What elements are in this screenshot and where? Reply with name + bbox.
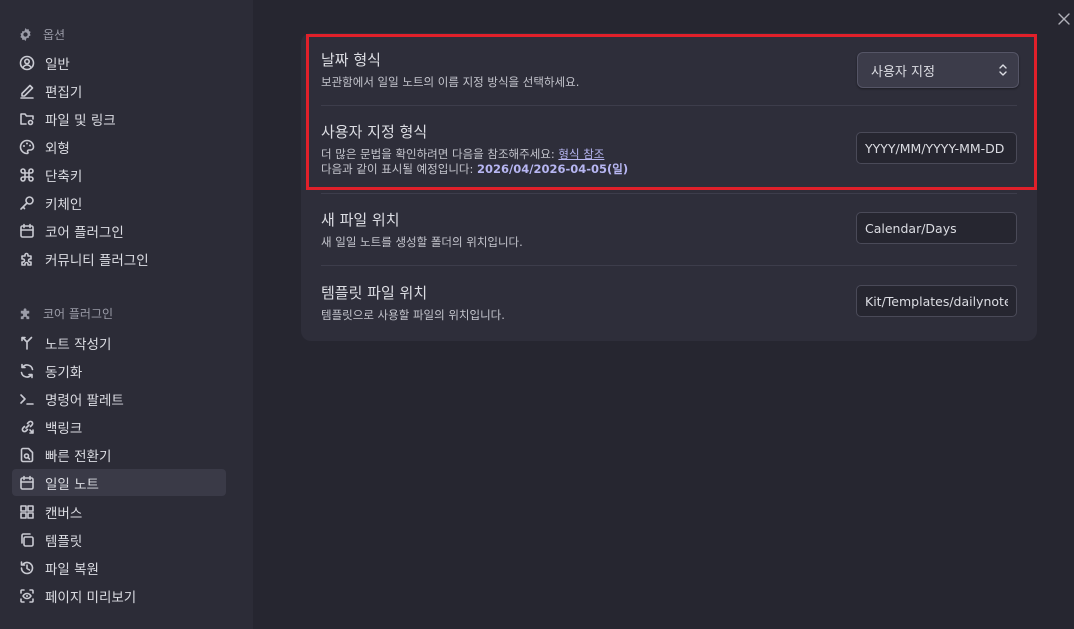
sidebar-item-note-composer[interactable]: 노트 작성기: [12, 329, 226, 356]
new-file-location-input[interactable]: [856, 212, 1017, 244]
terminal-icon: [19, 391, 35, 407]
calendar-icon: [19, 475, 35, 491]
sidebar-item-backlinks[interactable]: 백링크: [12, 413, 226, 440]
pencil-icon: [19, 83, 35, 99]
sidebar-item-label: 파일 복원: [45, 561, 99, 578]
puzzle-icon: [19, 251, 35, 267]
sidebar-item-label: 일일 노트: [45, 476, 99, 493]
sidebar-item-file-recovery[interactable]: 파일 복원: [12, 554, 226, 581]
template-location-input[interactable]: [856, 285, 1017, 317]
sidebar-item-label: 페이지 미리보기: [45, 589, 137, 606]
account-icon: [19, 55, 35, 71]
sidebar-item-label: 편집기: [45, 84, 83, 101]
scan-eye-icon: [19, 588, 35, 604]
chevron-up-down-icon: [998, 63, 1008, 77]
merge-icon: [19, 335, 35, 351]
sidebar-item-label: 단축키: [45, 168, 83, 185]
copy-icon: [19, 532, 35, 548]
sidebar-item-files-links[interactable]: 파일 및 링크: [12, 105, 226, 132]
divider: [321, 105, 1017, 106]
sidebar-item-label: 캔버스: [45, 505, 83, 522]
gear-icon: [18, 27, 33, 42]
desc-text: 더 많은 문법을 확인하려면 다음을 참조해주세요:: [321, 147, 559, 161]
custom-format-input[interactable]: [856, 132, 1017, 164]
sidebar-item-keychain[interactable]: 키체인: [12, 189, 226, 216]
date-format-select[interactable]: 사용자 지정: [857, 52, 1019, 88]
sync-icon: [19, 363, 35, 379]
sidebar-item-label: 빠른 전환기: [45, 448, 112, 465]
backlink-icon: [19, 419, 35, 435]
history-icon: [19, 560, 35, 576]
divider: [321, 265, 1017, 266]
close-button[interactable]: [1055, 10, 1073, 28]
sidebar-item-hotkeys[interactable]: 단축키: [12, 161, 226, 188]
sidebar-item-label: 커뮤니티 플러그인: [45, 252, 149, 269]
close-icon: [1058, 13, 1070, 25]
sidebar-item-label: 명령어 팔레트: [45, 392, 124, 409]
sidebar-item-general[interactable]: 일반: [12, 49, 226, 76]
puzzle-icon: [18, 306, 33, 321]
sidebar-item-daily-notes[interactable]: 일일 노트: [12, 469, 226, 496]
sidebar-item-sync[interactable]: 동기화: [12, 357, 226, 384]
palette-icon: [19, 139, 35, 155]
settings-sidebar: 옵션 일반 편집기 파일 및 링크 외형 단축키 키체인 코어 플러그인 커뮤니…: [0, 0, 253, 629]
sidebar-item-core-plugins[interactable]: 코어 플러그인: [12, 217, 226, 244]
folder-cog-icon: [19, 111, 35, 127]
sidebar-item-community-plugins[interactable]: 커뮤니티 플러그인: [12, 245, 226, 272]
sidebar-item-label: 백링크: [45, 420, 83, 437]
sidebar-item-label: 동기화: [45, 364, 83, 381]
sidebar-item-editor[interactable]: 편집기: [12, 77, 226, 104]
file-search-icon: [19, 447, 35, 463]
preview-value: 2026/04/2026-04-05(일): [477, 162, 629, 176]
sidebar-item-templates[interactable]: 템플릿: [12, 526, 226, 553]
select-value: 사용자 지정: [871, 64, 935, 80]
preview-label: 다음과 같이 표시될 예정입니다:: [321, 162, 478, 176]
sidebar-item-label: 키체인: [45, 196, 83, 213]
sidebar-item-page-preview[interactable]: 페이지 미리보기: [12, 582, 226, 609]
key-icon: [19, 195, 35, 211]
calendar-icon: [19, 223, 35, 239]
sidebar-item-canvas[interactable]: 캔버스: [12, 498, 226, 525]
sidebar-item-label: 템플릿: [45, 533, 83, 550]
sidebar-item-label: 코어 플러그인: [45, 224, 124, 241]
core-plugins-section-header: 코어 플러그인: [18, 303, 113, 323]
command-icon: [19, 167, 35, 183]
core-header-label: 코어 플러그인: [43, 306, 114, 321]
sidebar-item-label: 파일 및 링크: [45, 112, 116, 129]
divider: [321, 193, 1017, 194]
layout-icon: [19, 504, 35, 520]
sidebar-item-appearance[interactable]: 외형: [12, 133, 226, 160]
sidebar-item-label: 외형: [45, 140, 70, 157]
sidebar-item-label: 일반: [45, 56, 70, 73]
sidebar-item-quick-switcher[interactable]: 빠른 전환기: [12, 441, 226, 468]
options-header-label: 옵션: [43, 27, 66, 42]
options-section-header: 옵션: [18, 24, 65, 44]
format-reference-link[interactable]: 형식 참조: [558, 147, 604, 161]
sidebar-item-command-palette[interactable]: 명령어 팔레트: [12, 385, 226, 412]
sidebar-item-label: 노트 작성기: [45, 336, 112, 353]
